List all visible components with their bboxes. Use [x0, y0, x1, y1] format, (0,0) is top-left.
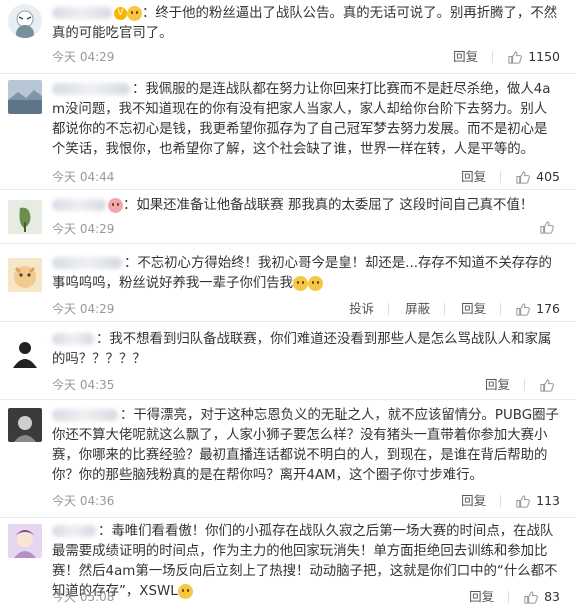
comment-meta: 今天 04:29 投诉 屏蔽 回复 176 — [52, 300, 560, 318]
comment-actions: 回复 405 — [445, 168, 560, 186]
like-button[interactable]: 113 — [515, 492, 560, 510]
reply-button[interactable]: 回复 — [469, 588, 494, 606]
blurred-username[interactable] — [52, 333, 94, 345]
comment-text: ：不忘初心方得始终！我初心哥今是皇！却还是...存存不知道不关存存的事呜呜呜，粉… — [52, 256, 552, 291]
divider — [508, 591, 510, 603]
avatar[interactable] — [8, 334, 42, 368]
like-button[interactable] — [539, 220, 560, 235]
like-button[interactable]: 176 — [515, 300, 560, 318]
like-button[interactable]: 405 — [515, 168, 560, 186]
comment-item: ：干得漂亮，对于这种忘恩负义的无耻之人，就不应该留情分。PUBG圈子你还不算大佬… — [0, 400, 576, 518]
comment-text: ：干得漂亮，对于这种忘恩负义的无耻之人，就不应该留情分。PUBG圈子你还不算大佬… — [52, 408, 559, 483]
comment-actions: 回复 113 — [445, 492, 560, 510]
comment-meta: 今天 04:29 — [52, 220, 560, 238]
blurred-username[interactable] — [52, 7, 112, 19]
report-button[interactable]: 投诉 — [349, 300, 374, 318]
divider — [492, 51, 494, 63]
comment-item: ：我佩服的是连战队都在努力让你回来打比赛而不是赶尽杀绝，做人4am没问题，我不知… — [0, 74, 576, 190]
divider — [524, 379, 525, 391]
thumbs-up-icon — [540, 378, 554, 392]
thumbs-up-icon — [524, 590, 538, 604]
comment-actions: 回复 83 — [453, 588, 560, 606]
reply-button[interactable]: 回复 — [461, 168, 486, 186]
thumbs-up-icon — [540, 221, 554, 234]
like-count: 176 — [536, 301, 560, 316]
comment-meta: 今天 05:08 回复 83 — [52, 588, 560, 606]
blurred-username[interactable] — [52, 83, 130, 95]
block-button[interactable]: 屏蔽 — [405, 300, 430, 318]
avatar[interactable] — [8, 408, 42, 442]
comment-item: ：毒唯们看看傲！你们的小孤存在战队久寂之后第一场大赛的时间点，在战队最需要成绩证… — [0, 518, 576, 610]
divider — [444, 303, 446, 315]
divider — [500, 495, 502, 507]
timestamp: 今天 04:29 — [52, 302, 115, 316]
timestamp: 今天 04:29 — [52, 50, 115, 64]
divider — [388, 303, 390, 315]
comment-item: V ：终于他的粉丝逼出了战队公告。真的无话可说了。别再折腾了，不然真的可能吃官司了… — [0, 0, 576, 74]
avatar[interactable] — [8, 4, 42, 38]
comment-text: ：我佩服的是连战队都在努力让你回来打比赛而不是赶尽杀绝，做人4am没问题，我不知… — [52, 82, 551, 157]
avatar[interactable] — [8, 200, 42, 234]
timestamp: 今天 04:29 — [52, 222, 115, 236]
thumbs-up-icon — [516, 494, 530, 508]
avatar[interactable] — [8, 80, 42, 114]
reply-button[interactable]: 回复 — [461, 492, 486, 510]
comment-actions: 回复 1150 — [437, 48, 560, 66]
sad-emoji-icon — [308, 275, 324, 291]
comment-text: ：我不想看到归队备战联赛，你们难道还没看到那些人是怎么骂战队人和家属的吗？？？？… — [52, 332, 552, 367]
thumbs-up-icon — [516, 302, 530, 316]
crying-emoji-icon — [293, 275, 309, 291]
comment-meta: 今天 04:29 回复 1150 — [52, 48, 560, 66]
smile-emoji-icon — [127, 5, 142, 21]
blurred-username[interactable] — [52, 257, 122, 269]
like-count: 113 — [536, 493, 560, 508]
like-button[interactable] — [539, 378, 560, 393]
like-count: 405 — [536, 169, 560, 184]
comment-item: ：如果还准备让他备战联赛 那我真的太委屈了 这段时间自己真不值！ 今天 04:2… — [0, 190, 576, 244]
comment-meta: 今天 04:44 回复 405 — [52, 168, 560, 186]
timestamp: 今天 04:35 — [52, 378, 115, 392]
timestamp: 今天 04:36 — [52, 494, 115, 508]
thumbs-up-icon — [508, 50, 523, 64]
blurred-username[interactable] — [52, 525, 96, 537]
divider — [500, 171, 502, 183]
heart-eyes-emoji-icon — [108, 197, 123, 213]
reply-button[interactable]: 回复 — [485, 376, 510, 394]
blurred-username[interactable] — [52, 409, 118, 421]
comment-text: ：如果还准备让他备战联赛 那我真的太委屈了 这段时间自己真不值！ — [52, 196, 560, 216]
timestamp: 今天 05:08 — [52, 590, 115, 604]
like-button[interactable]: 1150 — [507, 48, 560, 66]
comment-actions — [525, 220, 560, 235]
comment-item: ：我不想看到归队备战联赛，你们难道还没看到那些人是怎么骂战队人和家属的吗？？？？… — [0, 322, 576, 400]
divider — [500, 303, 502, 315]
comment-actions: 回复 — [469, 376, 560, 394]
comment-list: V ：终于他的粉丝逼出了战队公告。真的无话可说了。别再折腾了，不然真的可能吃官司了… — [0, 0, 576, 610]
comment-actions: 投诉 屏蔽 回复 176 — [333, 300, 560, 318]
comment-meta: 今天 04:35 回复 — [52, 376, 560, 394]
reply-button[interactable]: 回复 — [461, 300, 486, 318]
comment-item: ：不忘初心方得始终！我初心哥今是皇！却还是...存存不知道不关存存的事呜呜呜，粉… — [0, 244, 576, 322]
avatar[interactable] — [8, 524, 42, 558]
avatar[interactable] — [8, 258, 42, 292]
blurred-username[interactable] — [52, 199, 106, 211]
comment-meta: 今天 04:36 回复 113 — [52, 492, 560, 510]
verified-badge: V — [114, 6, 127, 20]
comment-text: V ：终于他的粉丝逼出了战队公告。真的无话可说了。别再折腾了，不然真的可能吃官司了… — [52, 5, 558, 41]
like-count: 83 — [544, 589, 560, 604]
thumbs-up-icon — [516, 170, 530, 184]
timestamp: 今天 04:44 — [52, 170, 115, 184]
like-count: 1150 — [528, 49, 560, 64]
like-button[interactable]: 83 — [523, 588, 560, 606]
reply-button[interactable]: 回复 — [453, 48, 478, 66]
